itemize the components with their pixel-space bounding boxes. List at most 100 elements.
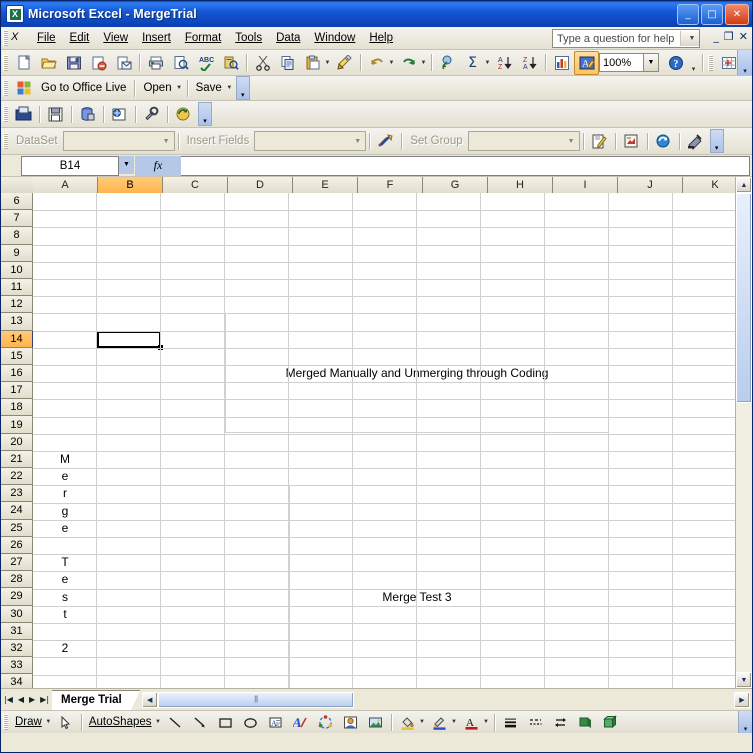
insert-fields-combo[interactable]: ▼ [254,131,367,151]
row-header-22[interactable]: 22 [1,468,33,486]
prev-sheet-button[interactable]: ◀ [18,695,24,704]
row-header-9[interactable]: 9 [1,244,33,262]
menu-item-insert[interactable]: Insert [135,30,178,46]
sort-descending-icon[interactable]: ZA [517,51,542,75]
drawing-icon[interactable]: A [574,50,599,75]
scroll-down-button[interactable]: ▼ [736,672,752,688]
formula-input[interactable] [181,155,750,176]
redo-icon[interactable] [396,51,421,75]
picture-icon[interactable] [363,710,388,734]
column-header-B[interactable]: B [98,177,163,194]
font-color-icon[interactable]: A [459,710,484,734]
hyperlink-icon[interactable] [435,51,460,75]
row-header-34[interactable]: 34 [1,674,33,688]
row-header-33[interactable]: 33 [1,657,33,675]
standard-toolbar-overflow-button[interactable]: ▾ [688,51,699,74]
dataset-chevron-down-icon[interactable]: ▼ [159,133,174,149]
first-sheet-button[interactable]: |◀ [4,695,13,704]
email-icon[interactable] [111,51,136,75]
sort-ascending-icon[interactable]: AZ [492,51,517,75]
horizontal-scroll-thumb[interactable]: |||| [157,691,354,708]
row-header-8[interactable]: 8 [1,227,33,245]
web-query-icon[interactable] [107,102,132,126]
refresh-data-icon[interactable] [171,102,196,126]
fill-color-icon[interactable] [395,710,420,734]
export-icon[interactable] [683,129,708,153]
print-preview-icon[interactable] [168,51,193,75]
zoom-input[interactable]: 100% [599,53,644,72]
research-icon[interactable] [218,51,243,75]
cut-icon[interactable] [250,51,275,75]
row-header-28[interactable]: 28 [1,571,33,589]
autoshapes-chevron-down-icon[interactable]: ▼ [154,719,163,725]
scroll-up-button[interactable]: ▲ [736,177,752,193]
sheet-tab-merge-trial[interactable]: Merge Trial [52,689,131,710]
row-header-16[interactable]: 16 [1,364,33,383]
column-header-G[interactable]: G [423,177,488,194]
custom-toolbar-overflow-button[interactable]: ▾ [198,102,212,126]
open-icon[interactable] [36,51,61,75]
horizontal-scrollbar[interactable]: ◀ |||| ▶ [141,691,750,708]
group-chevron-down-icon[interactable]: ▼ [564,133,579,149]
row-header-15[interactable]: 15 [1,347,33,365]
row-header-30[interactable]: 30 [1,605,33,623]
copy-icon[interactable] [275,51,300,75]
menu-item-file[interactable]: File [30,30,63,46]
spelling-icon[interactable]: ABC [193,51,218,75]
undo-icon[interactable] [364,51,389,75]
chevron-down-icon[interactable]: ▼ [680,31,699,46]
insert-fields-chevron-down-icon[interactable]: ▼ [350,133,365,149]
edit-report-icon[interactable] [587,129,612,153]
row-header-24[interactable]: 24 [1,502,33,520]
doc-close-button[interactable]: ✕ [739,30,748,43]
row-header-13[interactable]: 13 [1,313,33,331]
row-header-29[interactable]: 29 [1,588,33,606]
menu-item-format[interactable]: Format [178,30,228,46]
row-header-7[interactable]: 7 [1,210,33,228]
3d-style-icon[interactable] [598,710,623,734]
column-header-E[interactable]: E [293,177,358,194]
row-header-25[interactable]: 25 [1,519,33,537]
wordart-icon[interactable]: A [288,710,313,734]
row-header-21[interactable]: 21 [1,450,33,468]
custom-toolbar-grip[interactable] [3,106,8,122]
group-tools-icon[interactable] [373,129,398,153]
insert-function-button[interactable]: fx [135,155,181,176]
select-all-button[interactable] [1,177,34,194]
menu-item-edit[interactable]: Edit [63,30,97,46]
row-header-6[interactable]: 6 [1,193,33,211]
dash-style-icon[interactable] [523,710,548,734]
column-header-I[interactable]: I [553,177,618,194]
minimize-button[interactable]: _ [677,4,699,25]
zoom-chevron-down-icon[interactable]: ▼ [644,53,659,72]
name-box-chevron-down-icon[interactable]: ▼ [119,155,134,174]
format-painter-icon[interactable] [332,51,357,75]
vertical-scroll-thumb[interactable] [736,193,752,403]
cell-area[interactable]: Merged Manually and Unmerging through Co… [33,193,752,688]
menu-item-data[interactable]: Data [269,30,307,46]
drawing-toolbar-grip[interactable] [3,714,8,730]
help-icon[interactable]: ? [663,51,688,75]
preview-report-icon[interactable] [619,129,644,153]
text-box-icon[interactable]: A [263,710,288,734]
draw-menu-button[interactable]: Draw [11,716,46,728]
database-connect-icon[interactable] [75,102,100,126]
rectangle-icon[interactable] [213,710,238,734]
last-sheet-button[interactable]: ▶| [40,695,49,704]
scroll-right-button[interactable]: ▶ [734,691,750,708]
autosum-icon[interactable]: Σ [460,51,485,75]
menu-item-tools[interactable]: Tools [228,30,269,46]
select-objects-icon[interactable] [53,710,78,734]
line-color-icon[interactable] [427,710,452,734]
office-live-save-button[interactable]: Save [191,82,227,94]
row-header-17[interactable]: 17 [1,382,33,400]
row-header-14[interactable]: 14 [1,330,33,348]
chart-wizard-icon[interactable] [549,51,574,75]
settings-wrench-icon[interactable] [139,102,164,126]
row-header-11[interactable]: 11 [1,278,33,297]
ask-a-question-box[interactable]: Type a question for help ▼ [552,29,700,48]
paste-icon[interactable] [300,51,325,75]
drawing-toolbar-overflow-button[interactable]: ▾ [738,711,752,733]
row-header-23[interactable]: 23 [1,485,33,503]
menu-bar-grip[interactable] [3,30,8,46]
